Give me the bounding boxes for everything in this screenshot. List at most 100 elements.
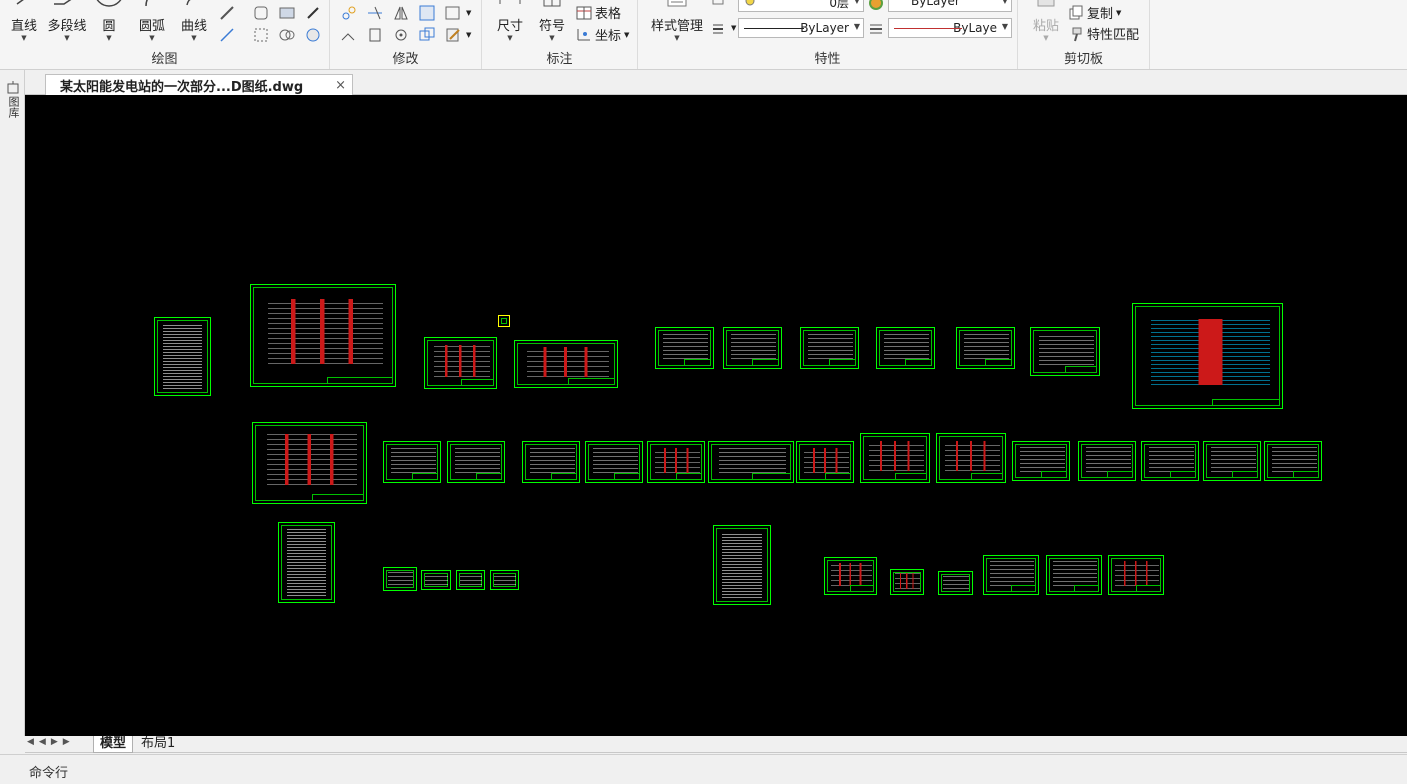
- drawing-sheet[interactable]: [956, 327, 1015, 369]
- pencil-icon[interactable]: [218, 4, 236, 22]
- color-wheel-icon[interactable]: [868, 0, 886, 13]
- drawing-sheet[interactable]: [860, 433, 930, 483]
- document-tab-title: 某太阳能发电站的一次部分...D图纸.dwg: [60, 80, 304, 95]
- chevron-down-icon: ▼: [853, 22, 860, 31]
- boundary-icon[interactable]: [252, 26, 270, 44]
- chevron-down-icon: ▼: [149, 34, 155, 42]
- region-icon[interactable]: [278, 26, 296, 44]
- clipboard-group: 粘贴 ▼ 复制 ▼ 特性匹配 剪切板: [1018, 0, 1150, 69]
- drawing-sheet[interactable]: [154, 317, 211, 396]
- trim-icon[interactable]: [366, 4, 384, 22]
- chevron-down-icon: ▼: [64, 34, 70, 42]
- tab-model[interactable]: 模型: [93, 736, 134, 753]
- layer-state-icon[interactable]: [710, 0, 728, 12]
- command-line-label: 命令行: [29, 766, 69, 781]
- lineweight-icon[interactable]: [868, 20, 886, 38]
- drawing-sheet[interactable]: [1012, 441, 1070, 481]
- drawing-sheet[interactable]: [383, 567, 417, 591]
- circle-icon: [96, 0, 122, 7]
- drawing-sheet[interactable]: [1132, 303, 1283, 409]
- lineweight-dropdown[interactable]: ByLaye ▼: [888, 18, 1012, 38]
- edit-icon[interactable]: [444, 26, 462, 44]
- drawing-sheet[interactable]: [278, 522, 335, 603]
- symbol-icon: [543, 0, 561, 7]
- mirror-icon[interactable]: [392, 4, 410, 22]
- match-properties-button[interactable]: 特性匹配: [1068, 24, 1139, 43]
- clipboard-icon: [1037, 0, 1055, 7]
- drawing-sheet[interactable]: [456, 570, 485, 590]
- stretch-icon[interactable]: [340, 26, 358, 44]
- drawing-sheet[interactable]: [890, 569, 924, 595]
- drawing-sheet[interactable]: [1108, 555, 1164, 595]
- left-tool-strip: 图库: [0, 70, 25, 736]
- drawing-sheet[interactable]: [796, 441, 854, 483]
- document-tab[interactable]: 某太阳能发电站的一次部分...D图纸.dwg ×: [45, 74, 353, 96]
- close-icon[interactable]: ×: [335, 78, 346, 93]
- chevron-down-icon: ▼: [549, 34, 555, 42]
- brush-icon: [1072, 27, 1082, 41]
- chevron-down-icon: ▼: [1116, 8, 1122, 17]
- shape-icon[interactable]: [252, 4, 270, 22]
- drawing-sheet[interactable]: [1141, 441, 1199, 481]
- drawing-sheet[interactable]: [383, 441, 441, 483]
- drawing-sheet[interactable]: [936, 433, 1006, 483]
- drawing-sheet[interactable]: [938, 571, 973, 595]
- copy-icon: [1069, 5, 1083, 19]
- array-icon[interactable]: [418, 4, 436, 22]
- linetype-dropdown[interactable]: ByLayer ▼: [738, 18, 864, 38]
- drawing-canvas[interactable]: [25, 95, 1407, 736]
- drawing-sheet[interactable]: [647, 441, 705, 483]
- layout-nav-arrows[interactable]: ◀◀▶▶: [27, 737, 75, 747]
- drawing-sheet[interactable]: [1078, 441, 1136, 481]
- drawing-sheet[interactable]: [713, 525, 771, 605]
- chevron-down-icon: ▼: [466, 31, 472, 39]
- drawing-sheet[interactable]: [1203, 441, 1261, 481]
- drawing-sheet[interactable]: [498, 315, 510, 327]
- command-line[interactable]: 命令行: [0, 754, 1407, 784]
- chevron-down-icon: ▼: [106, 34, 112, 42]
- dimension-icon: [499, 0, 521, 4]
- library-icon[interactable]: [6, 80, 20, 94]
- drawing-sheet[interactable]: [252, 422, 367, 504]
- point-icon[interactable]: [304, 4, 322, 22]
- drawing-sheet[interactable]: [421, 570, 451, 590]
- drawing-sheet[interactable]: [708, 441, 794, 483]
- drawing-sheet[interactable]: [250, 284, 396, 387]
- table-button[interactable]: 表格: [576, 3, 621, 22]
- copy-button[interactable]: 复制 ▼: [1068, 3, 1121, 22]
- table-icon: [576, 6, 592, 19]
- drawing-sheet[interactable]: [655, 327, 714, 369]
- curve-icon: [186, 0, 197, 6]
- drawing-sheet[interactable]: [723, 327, 782, 369]
- library-panel-label[interactable]: 图库: [5, 96, 21, 118]
- chevron-down-icon: ▼: [1043, 34, 1049, 42]
- coordinate-button[interactable]: 坐标 ▼: [576, 25, 629, 44]
- drawing-sheet[interactable]: [983, 555, 1039, 595]
- modify-group: ▼ ▼ 修改: [330, 0, 482, 69]
- scale-icon[interactable]: [366, 26, 384, 44]
- drawing-sheet[interactable]: [876, 327, 935, 369]
- rect-select-icon[interactable]: [444, 4, 462, 22]
- drawing-sheet[interactable]: [424, 337, 497, 389]
- lineweight-list-icon[interactable]: [710, 20, 728, 38]
- move-icon[interactable]: [340, 4, 358, 22]
- drawing-sheet[interactable]: [490, 570, 519, 590]
- hatch-icon[interactable]: [278, 4, 296, 22]
- wipeout-icon[interactable]: [304, 26, 322, 44]
- drawing-sheet[interactable]: [824, 557, 877, 595]
- ray-icon[interactable]: [218, 26, 236, 44]
- drawing-sheet[interactable]: [514, 340, 618, 388]
- layer-dropdown[interactable]: 0层 ▼: [738, 0, 864, 12]
- lightbulb-icon: [745, 0, 755, 6]
- drawing-sheet[interactable]: [1264, 441, 1322, 481]
- color-dropdown[interactable]: ByLayer ▼: [888, 0, 1012, 12]
- drawing-sheet[interactable]: [1046, 555, 1102, 595]
- drawing-sheet[interactable]: [800, 327, 859, 369]
- copy-object-icon[interactable]: [418, 26, 436, 44]
- tab-layout1[interactable]: 布局1: [135, 736, 181, 753]
- drawing-sheet[interactable]: [1030, 327, 1100, 376]
- drawing-sheet[interactable]: [585, 441, 643, 483]
- drawing-sheet[interactable]: [447, 441, 505, 483]
- drawing-sheet[interactable]: [522, 441, 580, 483]
- rotate-icon[interactable]: [392, 26, 410, 44]
